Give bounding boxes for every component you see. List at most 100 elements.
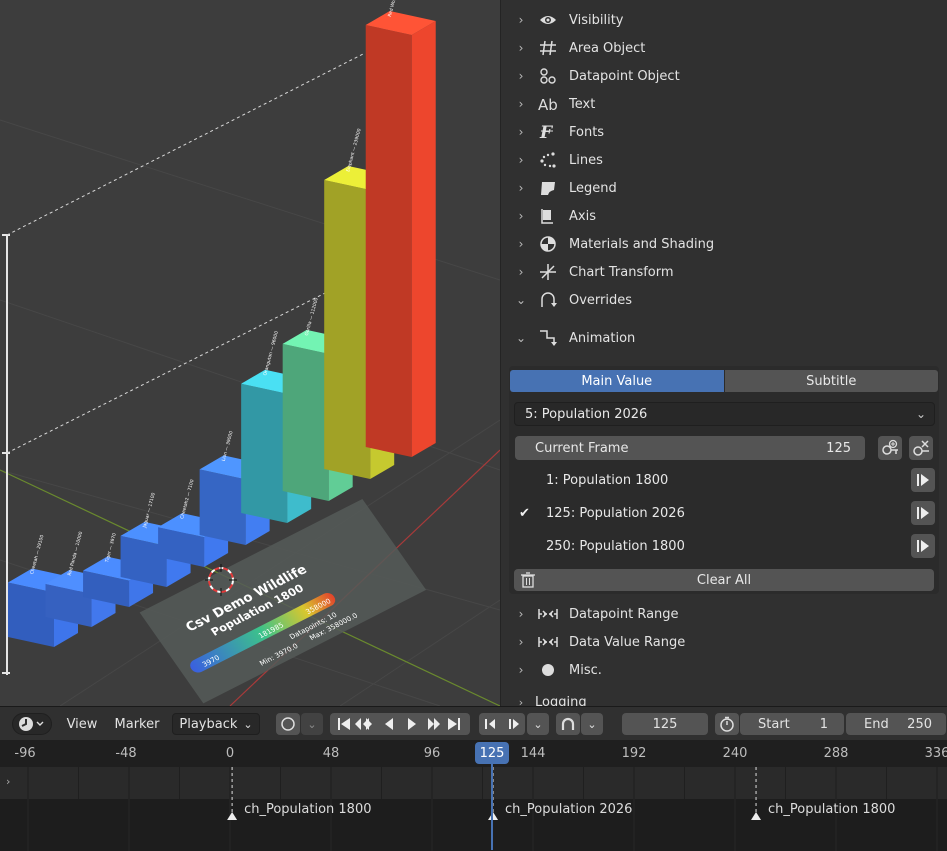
ruler-tick-label: 96 <box>423 746 441 761</box>
marker-menu[interactable]: Marker <box>110 713 164 735</box>
section-overrides[interactable]: ⌄ Overrides <box>501 286 947 314</box>
animation-icon <box>537 329 559 347</box>
section-area-object[interactable]: › Area Object <box>501 34 947 62</box>
chevron-right-icon: › <box>518 125 524 139</box>
view-menu[interactable]: View <box>60 713 104 735</box>
section-lines[interactable]: › Lines <box>501 146 947 174</box>
chevron-right-icon: › <box>518 181 524 195</box>
value-dropdown[interactable]: 5: Population 2026 ⌄ <box>514 402 935 426</box>
chevron-right-icon[interactable]: › <box>6 775 10 788</box>
section-label: Chart Transform <box>569 264 674 280</box>
section-chart-transform[interactable]: › Chart Transform <box>501 258 947 286</box>
record-icon <box>281 717 295 731</box>
keyframe-label: 125: Population 2026 <box>546 505 685 521</box>
chevron-right-icon: › <box>518 69 524 83</box>
section-axis[interactable]: › Axis <box>501 202 947 230</box>
keyframe-jump-buttons[interactable] <box>479 713 525 735</box>
section-misc-[interactable]: › Misc. <box>501 656 947 684</box>
ruler-tick-label: 336 <box>924 746 947 761</box>
chevron-right-icon: › <box>518 663 524 677</box>
section-fonts[interactable]: › F Fonts <box>501 118 947 146</box>
play-keyframe-icon <box>917 474 929 486</box>
legend-icon <box>537 179 559 197</box>
marker-label[interactable]: ch_Population 2026 <box>505 802 632 817</box>
section-label: Visibility <box>569 12 624 28</box>
section-label: Logging <box>535 694 587 707</box>
current-frame-input[interactable]: 125 <box>622 713 708 735</box>
section-legend[interactable]: › Legend <box>501 174 947 202</box>
current-frame-field[interactable]: Current Frame 125 <box>515 436 865 460</box>
grid-icon <box>537 39 559 57</box>
snap-options-button[interactable]: ⌄ <box>581 713 603 735</box>
svg-text:F: F <box>539 123 554 141</box>
editor-type-button[interactable] <box>12 713 52 735</box>
section-data-value-range[interactable]: › Data Value Range <box>501 628 947 656</box>
section-animation[interactable]: ⌄ Animation <box>501 324 947 352</box>
range-icon <box>537 605 559 623</box>
track-grid <box>27 767 938 799</box>
jump-to-keyframe-button[interactable] <box>911 534 935 558</box>
bar-value-label: Cheetah2 — 7100 <box>179 479 195 520</box>
chevron-down-icon: ⌄ <box>915 407 926 421</box>
ruler-tick-label: 48 <box>322 746 340 761</box>
clear-all-button[interactable]: Clear All <box>514 569 934 591</box>
play-keyframe-icon <box>917 540 929 552</box>
chevron-down-icon: ⌄ <box>587 717 597 731</box>
jump-options-button[interactable]: ⌄ <box>527 713 549 735</box>
guide-line <box>6 52 366 236</box>
chevron-down-icon: ⌄ <box>243 717 253 731</box>
playback-menu[interactable]: Playback ⌄ <box>172 713 260 735</box>
chevron-right-icon: › <box>518 41 524 55</box>
snap-toggle[interactable] <box>556 713 580 735</box>
chevron-right-icon: › <box>518 265 524 279</box>
chevron-right-icon: › <box>518 209 524 223</box>
chevron-down-icon: ⌄ <box>307 717 317 731</box>
bar-front <box>241 383 288 523</box>
section-label: Lines <box>569 152 603 168</box>
frame-ruler[interactable]: -96 -48 0 48 96 144 192 240 288 336 <box>0 740 947 767</box>
ruler-tick-label: 192 <box>621 746 647 761</box>
clear-all-label: Clear All <box>696 572 752 588</box>
jump-to-keyframe-button[interactable] <box>911 468 935 492</box>
chevron-right-icon: › <box>518 607 524 621</box>
summary-track[interactable]: › <box>0 767 947 799</box>
circle-icon <box>537 661 559 679</box>
section-text[interactable]: › Ab Text <box>501 90 947 118</box>
trash-icon <box>521 572 535 588</box>
preview-range-toggle[interactable] <box>715 713 739 735</box>
section-datapoint-range[interactable]: › Datapoint Range <box>501 600 947 628</box>
transform-icon <box>537 263 559 281</box>
playhead[interactable] <box>491 764 493 850</box>
current-frame-indicator[interactable]: 125 <box>475 742 509 764</box>
key-remove-icon <box>913 440 929 456</box>
keyframe-row[interactable]: 250: Population 1800 <box>515 532 935 560</box>
section-visibility[interactable]: › Visibility <box>501 6 947 34</box>
3d-viewport[interactable]: Cheetah — 29100 Red Panda — 10000 Tiger — … <box>0 0 500 706</box>
start-frame-input[interactable]: Start 1 <box>740 713 844 735</box>
keyframe-row[interactable]: ✔ 125: Population 2026 <box>515 499 935 527</box>
section-label: Datapoint Range <box>569 606 679 622</box>
bar-front <box>199 469 246 545</box>
add-keyframe-button[interactable] <box>878 436 902 460</box>
magnet-icon <box>561 717 575 730</box>
jump-to-keyframe-button[interactable] <box>911 501 935 525</box>
section-logging[interactable]: › Logging <box>501 692 947 707</box>
current-frame-label: Current Frame <box>535 440 629 456</box>
range-icon <box>537 633 559 651</box>
marker-label[interactable]: ch_Population 1800 <box>768 802 895 817</box>
timeline-header: View Marker Playback ⌄ ⌄ ⌄ ⌄ 125 Start 1… <box>0 706 947 740</box>
section-materials-and-shading[interactable]: › Materials and Shading <box>501 230 947 258</box>
record-options-button[interactable]: ⌄ <box>301 713 323 735</box>
tab-subtitle[interactable]: Subtitle <box>724 370 938 392</box>
section-label: Text <box>569 96 596 112</box>
marker-label[interactable]: ch_Population 1800 <box>244 802 371 817</box>
end-frame-input[interactable]: End 250 <box>846 713 946 735</box>
remove-keyframe-button[interactable] <box>909 436 933 460</box>
key-add-icon <box>882 439 898 455</box>
font-icon: F <box>537 123 559 141</box>
keyframe-row[interactable]: 1: Population 1800 <box>515 466 935 494</box>
chevron-right-icon: › <box>518 153 524 167</box>
tab-main-value[interactable]: Main Value <box>510 370 724 392</box>
section-datapoint-object[interactable]: › Datapoint Object <box>501 62 947 90</box>
record-button[interactable] <box>276 713 300 735</box>
